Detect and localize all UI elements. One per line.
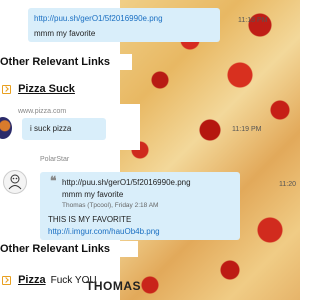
message-time-1: 11:18 PM xyxy=(238,17,268,24)
quote-icon: ❝ xyxy=(50,174,57,188)
message-author: PolarStar xyxy=(40,156,70,163)
section-link-1[interactable]: Pizza Suck xyxy=(18,83,75,95)
message-time-3: 11:20 xyxy=(279,181,296,188)
message-link-3[interactable]: http://i.imgur.com/hauOb4b.png xyxy=(48,227,160,236)
message-bubble-1: http://puu.sh/gerO1/5f2016990e.png mmm m… xyxy=(28,8,220,42)
message-time-2: 11:19 PM xyxy=(232,126,262,133)
section-link-row-2[interactable]: Pizza Fuck YOU xyxy=(2,274,97,286)
section-heading-2: Other Relevant Links xyxy=(0,241,138,257)
message-text-3: THIS IS MY FAVORITE xyxy=(48,215,132,224)
external-link-icon xyxy=(2,275,11,285)
pizza-background xyxy=(120,0,300,300)
quote-meta: Thomas (Tpcool), Friday 2:18 AM xyxy=(62,202,159,209)
message-bubble-3: ❝ http://puu.sh/gerO1/5f2016990e.png mmm… xyxy=(40,172,240,240)
message-text-2: i suck pizza xyxy=(30,124,72,133)
overlay-text: THOMAS xyxy=(86,279,141,293)
quote-link[interactable]: http://puu.sh/gerO1/5f2016990e.png xyxy=(62,178,191,187)
message-bubble-2: i suck pizza xyxy=(22,118,106,140)
message-source: www.pizza.com xyxy=(18,108,67,115)
avatar xyxy=(3,170,27,194)
section-link-row-1[interactable]: Pizza Suck xyxy=(2,83,75,95)
message-link-1[interactable]: http://puu.sh/gerO1/5f2016990e.png xyxy=(34,14,163,23)
section-link-2a[interactable]: Pizza xyxy=(18,274,46,286)
quote-text: mmm my favorite xyxy=(62,190,124,199)
message-text-1: mmm my favorite xyxy=(34,29,96,38)
section-heading-1: Other Relevant Links xyxy=(0,54,132,70)
external-link-icon xyxy=(2,84,11,94)
